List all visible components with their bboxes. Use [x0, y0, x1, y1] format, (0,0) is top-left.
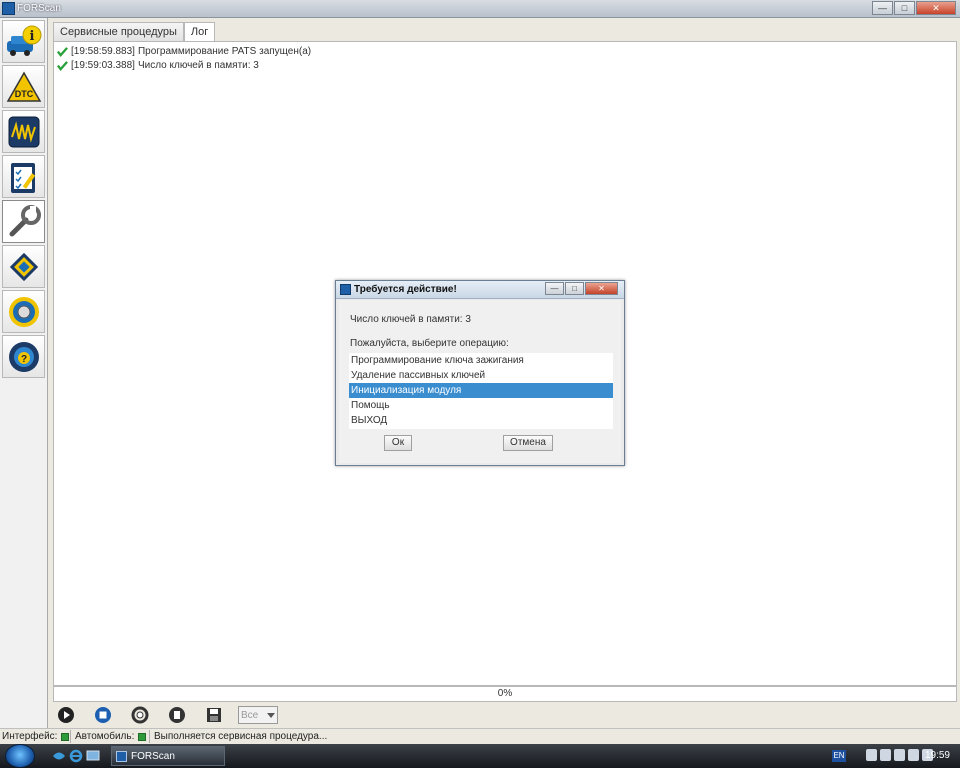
- sidebar-item-oscilloscope[interactable]: [2, 110, 45, 153]
- procedure-status: Выполняется сервисная процедура...: [154, 731, 327, 742]
- log-time: [19:59:03.388]: [71, 59, 135, 71]
- internet-explorer-icon[interactable]: [69, 749, 83, 763]
- volume-icon[interactable]: [880, 749, 891, 761]
- system-tray: [866, 749, 933, 761]
- operation-item-help[interactable]: Помощь: [349, 398, 613, 413]
- keys-count-text: Число ключей в памяти: 3: [350, 314, 471, 325]
- interface-led: [61, 732, 70, 741]
- dtc-label: DTC: [14, 89, 33, 99]
- signal-icon[interactable]: [908, 749, 919, 761]
- operation-item-erase-passive-keys[interactable]: Удаление пассивных ключей: [349, 368, 613, 383]
- interface-status: Интерфейс:: [2, 731, 70, 742]
- oscilloscope-icon: [8, 116, 39, 147]
- sidebar-item-dtc[interactable]: DTC: [2, 65, 45, 108]
- log-filter-value: Все: [241, 709, 259, 721]
- bottom-toolbar: Все: [53, 704, 278, 726]
- vehicle-led: [138, 732, 147, 741]
- dtc-warning-icon: DTC: [6, 70, 41, 102]
- tab-log[interactable]: Лог: [183, 22, 216, 43]
- run-button[interactable]: [53, 704, 79, 726]
- action-required-dialog: Требуется действие! — □ ✕ Число ключей в…: [335, 280, 625, 466]
- close-button[interactable]: ✕: [916, 1, 956, 15]
- dialog-app-icon: [340, 284, 351, 295]
- title-bar: FORScan — □ ✕: [0, 0, 960, 18]
- dialog-title: Требуется действие!: [354, 284, 457, 295]
- stop-icon: [95, 707, 111, 723]
- sidebar-item-tests[interactable]: [2, 155, 45, 198]
- check-icon: [57, 46, 68, 57]
- interface-label: Интерфейс:: [2, 731, 58, 742]
- log-entry: [19:59:03.388] Число ключей в памяти: 3: [57, 58, 259, 72]
- network-icon[interactable]: [866, 749, 877, 761]
- tab-bar: Сервисные процедуры Лог: [53, 22, 216, 43]
- clock[interactable]: 19:59: [925, 750, 950, 761]
- svg-text:?: ?: [20, 354, 26, 365]
- vehicle-status: Автомобиль:: [75, 731, 147, 742]
- language-indicator[interactable]: EN: [832, 750, 846, 762]
- chip-icon: [9, 252, 38, 281]
- dialog-minimize-button[interactable]: —: [545, 282, 564, 295]
- play-icon: [58, 707, 74, 723]
- dialog-maximize-button[interactable]: □: [565, 282, 584, 295]
- forscan-task-icon: [116, 750, 127, 762]
- window-title: FORScan: [17, 3, 61, 14]
- minimize-button[interactable]: —: [872, 1, 893, 15]
- dialog-close-button[interactable]: ✕: [585, 282, 618, 295]
- operation-item-exit[interactable]: ВЫХОД: [349, 413, 613, 428]
- log-entry: [19:58:59.883] Программирование PATS зап…: [57, 44, 311, 58]
- dialog-title-bar: Требуется действие! — □ ✕: [336, 281, 624, 299]
- trash-icon: [169, 707, 185, 723]
- log-time: [19:58:59.883]: [71, 45, 135, 57]
- wrench-icon: [9, 204, 41, 236]
- operation-item-program-key[interactable]: Программирование ключа зажигания: [349, 353, 613, 368]
- sidebar-item-service[interactable]: [2, 200, 45, 243]
- status-bar: Интерфейс: Автомобиль: Выполняется серви…: [0, 728, 960, 744]
- sidebar: i DTC ?: [0, 18, 48, 728]
- ok-button[interactable]: Ок: [384, 435, 412, 451]
- sidebar-item-settings[interactable]: [2, 290, 45, 333]
- taskbar-forscan-button[interactable]: FORScan: [111, 746, 225, 766]
- info-car-icon: i: [6, 25, 41, 56]
- maximize-button[interactable]: □: [894, 1, 915, 15]
- start-button[interactable]: [5, 744, 35, 768]
- gear-icon: [8, 296, 39, 327]
- window-controls: — □ ✕: [872, 1, 956, 15]
- sidebar-item-help[interactable]: ?: [2, 335, 45, 378]
- sidebar-item-configuration[interactable]: [2, 245, 45, 288]
- floppy-icon: [207, 708, 221, 722]
- taskbar-task-label: FORScan: [131, 750, 175, 762]
- dialog-window-controls: — □ ✕: [545, 282, 618, 295]
- operation-item-module-init[interactable]: Инициализация модуля: [349, 383, 613, 398]
- taskbar: FORScan EN 19:59: [0, 744, 960, 768]
- progress-bar: 0%: [53, 686, 957, 702]
- vehicle-label: Автомобиль:: [75, 731, 135, 742]
- svg-text:i: i: [29, 29, 34, 44]
- quicklaunch-switch-icon[interactable]: [52, 749, 66, 763]
- status-separator: [149, 730, 150, 743]
- app-icon: [2, 2, 15, 15]
- status-separator: [70, 730, 71, 743]
- chevron-down-icon: [267, 712, 275, 718]
- show-desktop-icon[interactable]: [86, 749, 100, 763]
- operation-prompt: Пожалуйста, выберите операцию:: [350, 338, 509, 349]
- tab-service-procedures[interactable]: Сервисные процедуры: [53, 22, 184, 42]
- log-text: Программирование PATS запущен(а): [137, 45, 312, 57]
- help-steering-icon: ?: [8, 341, 39, 372]
- dialog-body: Число ключей в памяти: 3 Пожалуйста, выб…: [339, 300, 621, 463]
- lifebuoy-icon: [131, 706, 149, 724]
- status-text: Выполняется сервисная процедура...: [154, 731, 328, 742]
- reset-button[interactable]: [127, 704, 153, 726]
- check-icon: [57, 60, 68, 71]
- clear-button[interactable]: [164, 704, 190, 726]
- stop-button[interactable]: [90, 704, 116, 726]
- sidebar-item-vehicle-info[interactable]: i: [2, 20, 45, 63]
- save-button[interactable]: [201, 704, 227, 726]
- operation-list: Программирование ключа зажигания Удалени…: [349, 353, 613, 429]
- checklist-icon: [10, 162, 35, 193]
- security-icon[interactable]: [894, 749, 905, 761]
- log-text: Число ключей в памяти: 3: [137, 59, 259, 71]
- cancel-button[interactable]: Отмена: [503, 435, 553, 451]
- log-filter-select[interactable]: Все: [238, 706, 278, 724]
